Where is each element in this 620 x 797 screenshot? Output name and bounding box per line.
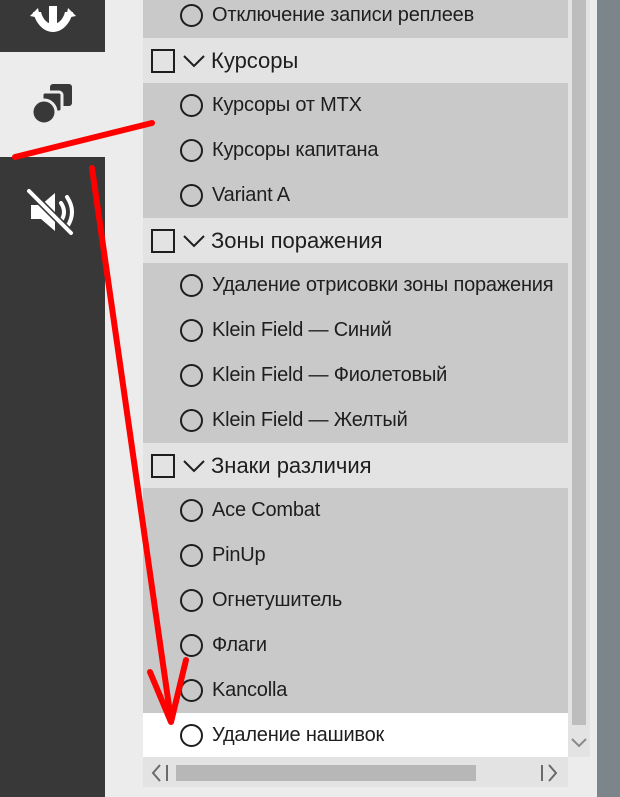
- sidebar-tab-sound[interactable]: [0, 157, 105, 267]
- list-item[interactable]: Курсоры от MTX: [143, 83, 568, 128]
- list-item-label: Variant A: [212, 184, 290, 206]
- scroll-left-button[interactable]: [148, 762, 172, 784]
- radio-button[interactable]: [180, 274, 203, 297]
- scroll-right-button[interactable]: [537, 762, 561, 784]
- list-item-label: Флаги: [212, 634, 267, 656]
- radio-button[interactable]: [180, 94, 203, 117]
- list-item-label: Огнетушитель: [212, 589, 343, 611]
- group-header-label: Зоны поражения: [211, 227, 383, 253]
- list-item[interactable]: Klein Field — Синий: [143, 308, 568, 353]
- radio-button[interactable]: [180, 679, 203, 702]
- list-item[interactable]: Удаление отрисовки зоны поражения: [143, 263, 568, 308]
- list-item-label: PinUp: [212, 544, 266, 566]
- radio-button[interactable]: [180, 724, 203, 747]
- sidebar-tab-anchor[interactable]: [0, 0, 105, 52]
- list-item-label: Курсоры капитана: [212, 139, 379, 161]
- group-header[interactable]: Знаки различия: [143, 443, 568, 488]
- chevron-right-icon: [541, 764, 558, 782]
- sound-off-icon: [25, 187, 74, 237]
- radio-button[interactable]: [180, 4, 203, 27]
- list-item[interactable]: Kancolla: [143, 668, 568, 713]
- chevron-down-icon[interactable]: [183, 54, 205, 68]
- list-item[interactable]: Отключение записи реплеев: [143, 0, 568, 38]
- list-item[interactable]: Klein Field — Фиолетовый: [143, 353, 568, 398]
- anchor-icon: [29, 6, 76, 32]
- radio-button[interactable]: [180, 589, 203, 612]
- list-item[interactable]: Ace Combat: [143, 488, 568, 533]
- chevron-down-icon: [571, 738, 587, 748]
- list-item-label: Kancolla: [212, 679, 288, 701]
- list-item-label: Klein Field — Фиолетовый: [212, 364, 448, 386]
- list-item[interactable]: PinUp: [143, 533, 568, 578]
- list-item-label: Курсоры от MTX: [212, 94, 362, 116]
- sidebar-tab-cursors[interactable]: [0, 52, 105, 157]
- group-header-label: Знаки различия: [211, 452, 372, 478]
- option-list: Отключение записи реплеев Курсоры Курсоры …: [143, 0, 568, 757]
- list-item-label: Удаление отрисовки зоны поражения: [212, 274, 554, 296]
- list-item[interactable]: Курсоры капитана: [143, 128, 568, 173]
- radio-button[interactable]: [180, 364, 203, 387]
- list-item[interactable]: Klein Field — Желтый: [143, 398, 568, 443]
- sidebar: [0, 0, 105, 797]
- radio-button[interactable]: [180, 319, 203, 342]
- radio-button[interactable]: [180, 409, 203, 432]
- list-item-label: Klein Field — Синий: [212, 319, 392, 341]
- cursor-shapes-icon: [30, 83, 72, 125]
- list-item[interactable]: Variant A: [143, 173, 568, 218]
- radio-button[interactable]: [180, 634, 203, 657]
- list-item-label: Ace Combat: [212, 499, 321, 521]
- group-header-label: Курсоры: [211, 47, 299, 73]
- list-item[interactable]: Флаги: [143, 623, 568, 668]
- chevron-down-icon[interactable]: [183, 459, 205, 473]
- radio-button[interactable]: [180, 184, 203, 207]
- list-item-label: Удаление нашивок: [212, 724, 385, 746]
- list-item-label: Klein Field — Желтый: [212, 409, 408, 431]
- group-checkbox[interactable]: [151, 453, 175, 478]
- vertical-scroll-thumb[interactable]: [572, 0, 586, 725]
- horizontal-scroll-thumb[interactable]: [176, 765, 476, 781]
- list-item[interactable]: Огнетушитель: [143, 578, 568, 623]
- list-item-label: Отключение записи реплеев: [212, 4, 475, 26]
- group-header[interactable]: Зоны поражения: [143, 218, 568, 263]
- list-item-selected[interactable]: Удаление нашивок: [143, 713, 568, 757]
- group-checkbox[interactable]: [151, 228, 175, 253]
- group-checkbox[interactable]: [151, 48, 175, 73]
- group-header[interactable]: Курсоры: [143, 38, 568, 83]
- radio-button[interactable]: [180, 139, 203, 162]
- window-edge: [597, 0, 620, 797]
- radio-button[interactable]: [180, 499, 203, 522]
- chevron-left-icon: [151, 764, 168, 782]
- radio-button[interactable]: [180, 544, 203, 567]
- scroll-down-button[interactable]: [568, 733, 590, 753]
- chevron-down-icon[interactable]: [183, 234, 205, 248]
